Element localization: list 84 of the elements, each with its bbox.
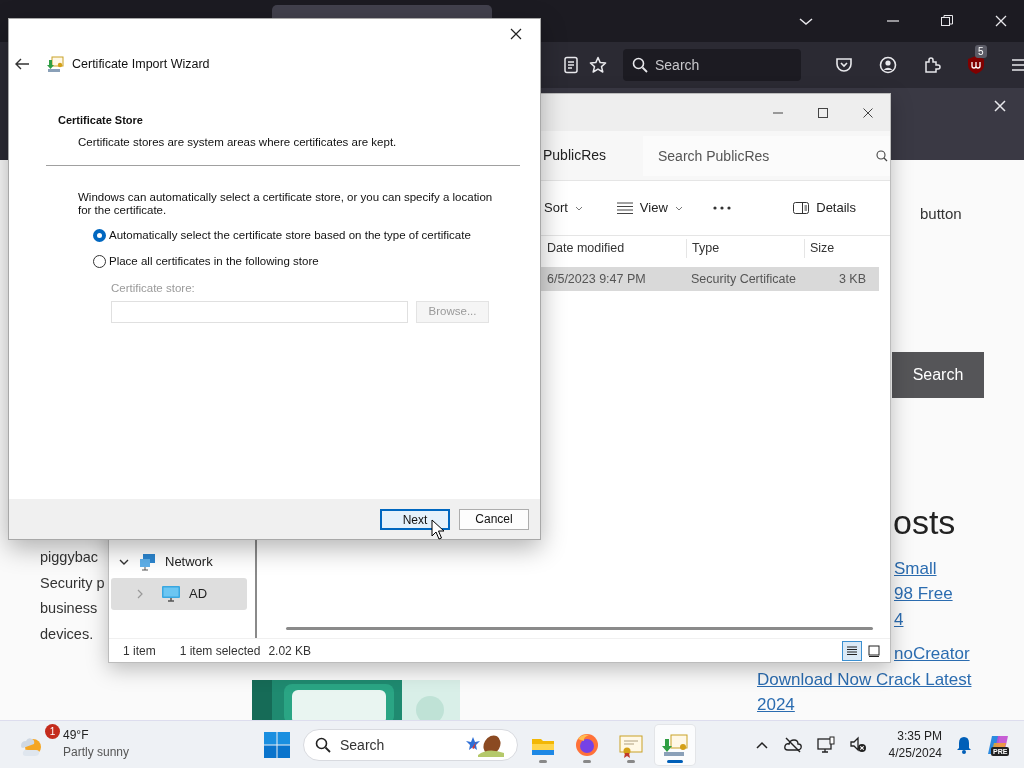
list-view-icon <box>845 643 859 658</box>
status-text: 2.02 KB <box>268 642 312 660</box>
monitor-icon <box>161 585 181 603</box>
menu-icon[interactable] <box>1011 58 1024 72</box>
article-text: Security p <box>40 573 105 593</box>
search-field[interactable]: Search PublicRes <box>643 135 890 176</box>
maximize-icon <box>816 106 829 119</box>
close-icon <box>509 28 522 40</box>
network-icon[interactable] <box>816 735 835 754</box>
back-arrow-icon[interactable] <box>14 57 30 71</box>
details-view-button[interactable] <box>842 640 862 661</box>
account-icon[interactable] <box>879 56 897 74</box>
football-icon <box>464 732 504 757</box>
volume-muted-icon[interactable] <box>848 735 867 754</box>
next-button[interactable]: Next <box>380 508 450 530</box>
cancel-button[interactable]: Cancel <box>459 508 529 530</box>
scrollbar[interactable] <box>286 627 873 630</box>
column-header[interactable]: Date modified <box>542 239 686 258</box>
chevron-right-icon <box>135 589 145 599</box>
section-heading: osts <box>893 501 957 542</box>
post-link[interactable]: 2024 <box>757 692 1024 718</box>
post-link[interactable]: 4 <box>894 606 1024 632</box>
sort-button[interactable]: Sort <box>542 194 589 222</box>
details-button[interactable]: Details <box>787 194 862 222</box>
search-icon <box>315 736 331 753</box>
puzzle-icon[interactable] <box>923 56 941 74</box>
restore-icon[interactable] <box>940 14 954 28</box>
instruction-text: Windows can automatically select a certificate store, or you can specify a location for the certificate. <box>78 190 494 217</box>
pocket-icon[interactable] <box>835 56 853 74</box>
weather-condition: Partly sunny <box>63 744 130 761</box>
post-link[interactable]: Download Now Crack Latest <box>757 666 1024 692</box>
radio-option[interactable]: Automatically select the certificate store based on the type of certificate <box>93 226 540 244</box>
temperature-text: 49°F <box>63 728 90 743</box>
reader-view-icon[interactable] <box>563 56 579 74</box>
clock[interactable]: 3:35 PM 4/25/2024 <box>888 727 942 762</box>
radio-button[interactable] <box>93 228 106 242</box>
status-text: 1 item selected <box>179 642 261 660</box>
extension-badge: 5 <box>975 45 987 58</box>
section-heading: Certificate Store <box>58 113 144 128</box>
taskbar-app-button[interactable] <box>655 724 695 765</box>
status-text: 1 item <box>123 642 156 660</box>
chevron-down-icon <box>119 557 129 567</box>
view-button[interactable]: View <box>610 194 689 222</box>
tiles-view-icon <box>867 643 881 658</box>
bell-icon[interactable] <box>956 735 972 754</box>
article-text: devices. <box>40 624 94 644</box>
sidebar-text: button <box>920 204 963 224</box>
more-icon <box>712 206 731 210</box>
panel-icon <box>793 202 810 214</box>
dialog-title: Certificate Import Wizard <box>72 55 210 73</box>
chevron-up-icon[interactable] <box>754 739 769 750</box>
column-header[interactable]: Type <box>686 239 804 258</box>
close-icon[interactable] <box>994 100 1006 112</box>
nav-item[interactable]: AD <box>111 578 247 610</box>
taskbar-search[interactable]: Search <box>303 728 518 761</box>
article-text: business <box>40 599 98 618</box>
certificate-import-icon <box>46 55 64 73</box>
radio-button[interactable] <box>93 255 106 269</box>
notification-badge: 1 <box>45 723 60 739</box>
cloud-off-icon[interactable] <box>782 736 803 753</box>
time-text: 3:35 PM <box>896 727 942 745</box>
search-icon <box>632 57 648 73</box>
post-link[interactable]: Small <box>894 555 1024 581</box>
column-header[interactable]: Size <box>804 239 870 258</box>
search-icon <box>876 149 888 162</box>
breadcrumb[interactable]: PublicRes <box>543 145 643 166</box>
post-link[interactable]: 98 Free <box>894 581 1024 607</box>
caret-icon <box>674 205 683 211</box>
field-label: Certificate store: <box>111 281 196 297</box>
network-icon <box>139 553 157 571</box>
search-button[interactable]: Search <box>892 351 984 398</box>
close-icon <box>861 106 874 119</box>
date-text: 4/25/2024 <box>888 744 942 762</box>
list-icon <box>616 202 633 214</box>
star-icon[interactable] <box>589 56 607 74</box>
section-description: Certificate stores are system areas where certificates are kept. <box>78 134 398 150</box>
close-icon[interactable] <box>994 14 1008 28</box>
caret-icon <box>574 205 583 211</box>
nav-item[interactable]: Network <box>111 546 247 578</box>
shield-icon[interactable] <box>967 55 985 75</box>
post-link[interactable]: noCreator <box>894 641 1024 667</box>
article-text: piggybac <box>40 548 99 567</box>
start-icon[interactable] <box>264 731 290 758</box>
search-field[interactable]: Search <box>623 49 801 81</box>
